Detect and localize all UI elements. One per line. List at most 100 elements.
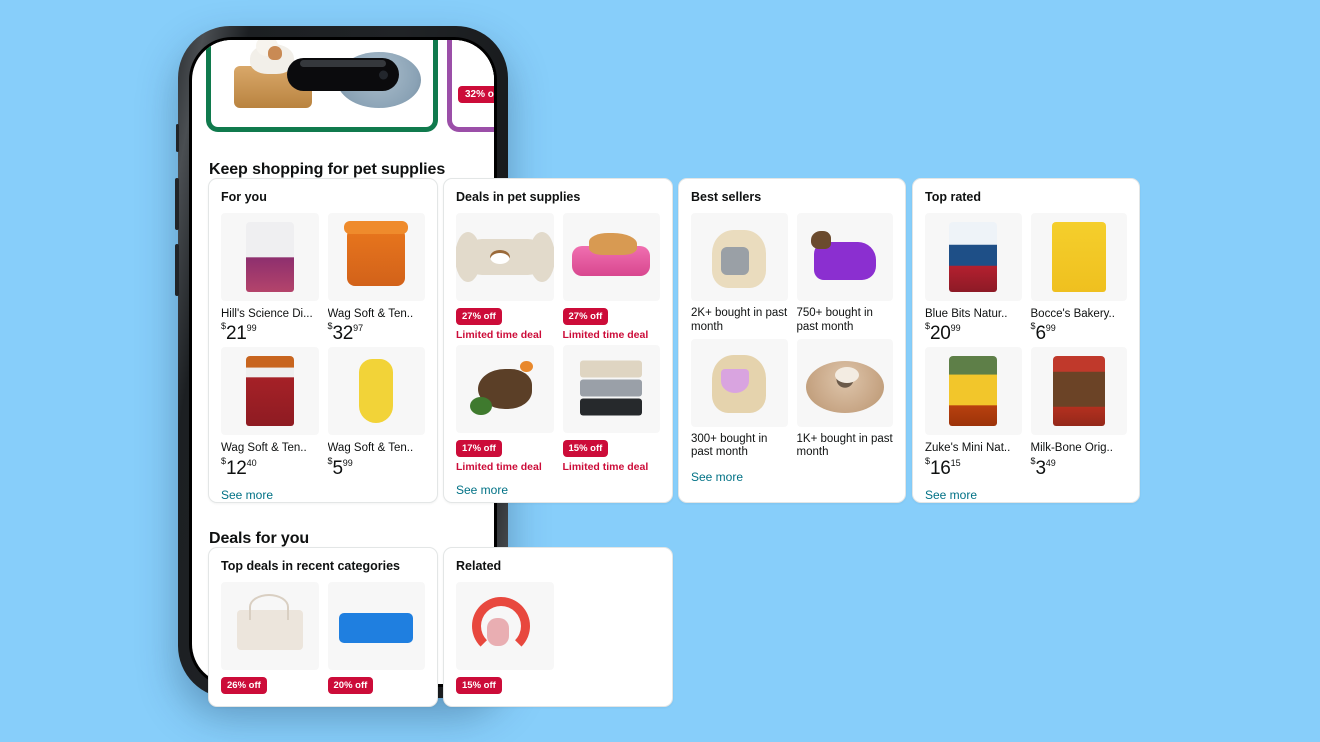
front-camera-icon [379, 70, 388, 79]
product-price: $1240 [221, 456, 319, 479]
see-more-link[interactable]: See more [456, 483, 508, 497]
product-tile[interactable]: Wag Soft & Ten.. $599 [327, 347, 426, 478]
card-top-deals-in-recent-categories[interactable]: Top deals in recent categories 26% off 2… [208, 547, 438, 707]
discount-badge: 15% off [456, 677, 502, 694]
product-price: $2199 [221, 322, 319, 345]
dog-in-donut-bed-image[interactable] [796, 338, 893, 427]
discount-badge: 17% off [456, 440, 502, 457]
card-deals-in-pet-supplies[interactable]: Deals in pet supplies 27% off Limited ti… [443, 178, 673, 503]
product-tile[interactable]: Milk-Bone Orig.. $349 [1030, 347, 1127, 479]
dog-food-bag-image[interactable] [221, 213, 319, 301]
product-tile[interactable]: Zuke's Mini Nat.. $1615 [925, 347, 1022, 478]
card-title: Top rated [925, 190, 982, 204]
discount-badge: 27% off [456, 308, 502, 325]
product-name: Wag Soft & Ten.. [327, 308, 414, 320]
earpiece-speaker-icon [300, 60, 386, 67]
bone-shaped-feeding-mat-image[interactable] [456, 213, 554, 301]
dog-in-purple-coat-image[interactable] [796, 213, 893, 301]
dog-in-grey-vest-image[interactable] [691, 213, 788, 301]
product-tile[interactable]: 20% off [327, 582, 425, 694]
deal-label: Limited time deal [456, 461, 542, 473]
card-best-sellers[interactable]: Best sellers 2K+ bought in past month 75… [678, 178, 906, 503]
phone-volume-down-button[interactable] [175, 244, 179, 296]
product-tile[interactable]: Hill's Science Di... $2199 [221, 213, 319, 343]
card-related[interactable]: Related 15% off [443, 547, 673, 707]
dog-with-bandana-image[interactable] [691, 338, 788, 427]
price-whole: 20 [930, 323, 951, 345]
price-whole: 3 [1035, 457, 1047, 479]
discount-badge: 26% off [221, 677, 267, 694]
product-name: Bocce's Bakery.. [1030, 308, 1115, 320]
price-fraction: 15 [950, 457, 961, 468]
anker-blue-bluetooth-speaker-image[interactable] [327, 582, 425, 670]
price-whole: 6 [1035, 323, 1047, 345]
card-title: Best sellers [691, 190, 762, 204]
yellow-duck-toy-image[interactable] [327, 347, 425, 436]
product-price: $3297 [328, 322, 426, 344]
cream-crossbody-purse-image[interactable] [221, 582, 319, 670]
deal-label: Limited time deal [562, 329, 649, 341]
supplement-jar-image[interactable] [327, 213, 425, 301]
product-price: $599 [328, 456, 426, 478]
product-tile[interactable]: 15% off Limited time deal [562, 345, 660, 473]
product-price: $2099 [925, 322, 1022, 345]
price-fraction: 99 [246, 323, 257, 334]
price-whole: 12 [226, 457, 247, 479]
product-price: $1615 [925, 456, 1022, 478]
product-tile[interactable]: 17% off Limited time deal [456, 345, 554, 473]
product-tile[interactable]: 1K+ bought in past month [796, 338, 893, 461]
purchase-count: 2K+ bought in past month [691, 307, 788, 333]
red-over-ear-headphones-image[interactable] [456, 582, 554, 670]
product-name: Hill's Science Di... [221, 308, 313, 320]
product-name: Wag Soft & Ten.. [221, 442, 307, 455]
jerky-treat-bag-image[interactable] [221, 347, 319, 436]
product-tile[interactable]: 15% off [456, 582, 554, 694]
price-fraction: 99 [950, 323, 961, 334]
product-tile[interactable]: 27% off Limited time deal [456, 213, 554, 341]
product-tile[interactable]: 27% off Limited time deal [562, 213, 660, 341]
dog-paws-image[interactable] [457, 40, 494, 122]
blue-bits-treats-bag-image[interactable] [925, 213, 1022, 301]
milk-bone-box-image[interactable] [1030, 347, 1127, 436]
price-fraction: 99 [342, 457, 353, 468]
bocces-bakery-bag-image[interactable] [1030, 213, 1127, 301]
product-tile[interactable]: 2K+ bought in past month [691, 213, 788, 335]
card-top-rated[interactable]: Top rated Blue Bits Natur.. $2099 Bocce'… [912, 178, 1140, 503]
phone-mute-switch[interactable] [176, 124, 179, 152]
stacked-pet-blankets-image[interactable] [562, 345, 660, 433]
see-more-link[interactable]: See more [221, 488, 273, 502]
purchase-count: 1K+ bought in past month [796, 432, 893, 459]
product-tile[interactable]: 26% off [221, 582, 319, 694]
discount-badge: 20% off [327, 677, 374, 694]
card-for-you[interactable]: For you Hill's Science Di... $2199 Wag S… [208, 178, 438, 503]
see-more-link[interactable]: See more [691, 470, 743, 484]
discount-badge: 15% off [562, 440, 609, 457]
product-name: Blue Bits Natur.. [925, 308, 1008, 320]
deal-label: Limited time deal [562, 461, 649, 473]
product-tile[interactable]: Bocce's Bakery.. $699 [1030, 213, 1127, 345]
card-title: For you [221, 190, 267, 204]
card-title: Top deals in recent categories [221, 559, 400, 573]
phone-volume-up-button[interactable] [175, 178, 179, 230]
product-tile[interactable]: Blue Bits Natur.. $2099 [925, 213, 1022, 343]
zukes-mini-naturals-bag-image[interactable] [925, 347, 1022, 436]
pink-dog-bed-image[interactable] [562, 213, 660, 301]
purple-bordered-card[interactable]: 32% off [447, 40, 494, 132]
plush-duck-dog-toy-image[interactable] [456, 345, 554, 433]
price-fraction: 99 [1045, 323, 1056, 334]
price-whole: 21 [226, 323, 247, 345]
card-title: Deals in pet supplies [456, 190, 581, 204]
product-tile[interactable]: 300+ bought in past month [691, 338, 788, 461]
product-tile[interactable]: Wag Soft & Ten.. $1240 [221, 347, 319, 479]
dynamic-island [287, 58, 399, 91]
discount-badge: 32% off [458, 86, 494, 103]
product-name: Wag Soft & Ten.. [327, 442, 414, 455]
price-fraction: 49 [1045, 457, 1056, 468]
product-name: Milk-Bone Orig.. [1030, 442, 1113, 455]
section-heading-deals-for-you: Deals for you [209, 530, 310, 547]
product-tile[interactable]: Wag Soft & Ten.. $3297 [327, 213, 426, 344]
product-tile[interactable]: 750+ bought in past month [796, 213, 893, 335]
purchase-count: 750+ bought in past month [796, 307, 873, 333]
section-heading-keep-shopping: Keep shopping for pet supplies [209, 161, 446, 178]
see-more-link[interactable]: See more [925, 488, 977, 502]
